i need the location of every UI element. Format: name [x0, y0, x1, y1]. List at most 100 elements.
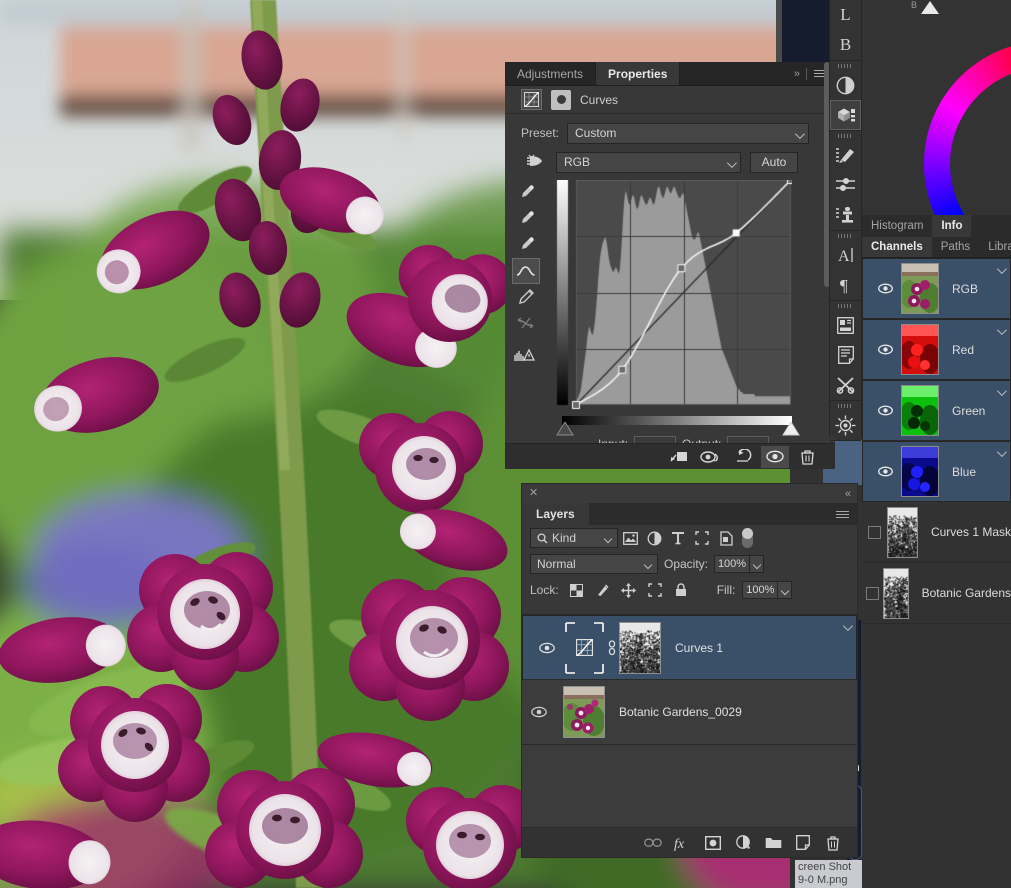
- list-item[interactable]: Curves 1 Mask: [862, 502, 1011, 563]
- photo-thumbnail[interactable]: [563, 686, 605, 738]
- layer-style-fx-icon[interactable]: fx: [673, 833, 693, 853]
- list-item[interactable]: Green: [862, 380, 1011, 441]
- table-row[interactable]: Curves 1: [522, 615, 857, 680]
- curves-adjustment-thumbnail[interactable]: [564, 623, 605, 672]
- curve-point-tool-icon[interactable]: [512, 258, 540, 284]
- toggle-layer-visibility-previous-icon[interactable]: [697, 446, 725, 468]
- filter-enable-toggle[interactable]: [742, 528, 753, 548]
- filter-pixel-layers-icon[interactable]: [618, 527, 642, 549]
- channel-visibility-toggle[interactable]: [870, 466, 901, 477]
- opacity-value[interactable]: 100%: [714, 555, 750, 573]
- lock-all-icon[interactable]: [669, 579, 693, 601]
- tab-adjustments[interactable]: Adjustments: [505, 62, 596, 85]
- channel-visibility-toggle[interactable]: [862, 526, 887, 539]
- curves-icon[interactable]: [521, 89, 542, 110]
- channel-name[interactable]: Botanic Gardens: [922, 586, 1011, 600]
- pencil-draw-curve-icon[interactable]: [512, 284, 540, 310]
- gray-point-eyedropper-icon[interactable]: [512, 232, 540, 258]
- libraries-l-icon[interactable]: L: [830, 0, 861, 30]
- list-item[interactable]: Blue: [862, 441, 1011, 502]
- new-group-icon[interactable]: [763, 833, 783, 853]
- list-item[interactable]: Botanic Gardens: [862, 563, 1011, 624]
- tab-layers[interactable]: Layers: [522, 503, 589, 525]
- character-styles-icon[interactable]: [830, 310, 861, 340]
- red-channel-thumbnail[interactable]: [901, 324, 939, 375]
- visibility-checkbox[interactable]: [866, 587, 879, 600]
- layer-visibility-toggle[interactable]: [530, 642, 564, 654]
- visibility-checkbox[interactable]: [868, 526, 881, 539]
- opacity-stepper[interactable]: 100%: [714, 555, 764, 573]
- filter-kind-select[interactable]: Kind: [530, 528, 618, 548]
- hue-marker-icon[interactable]: [919, 1, 941, 15]
- tab-libraries[interactable]: Librari: [979, 237, 1011, 257]
- adjustments-icon[interactable]: [830, 70, 861, 100]
- curves-graph[interactable]: [556, 180, 792, 432]
- tab-channels[interactable]: Channels: [862, 237, 932, 257]
- clip-to-layer-icon[interactable]: [665, 446, 693, 468]
- layer-visibility-toggle[interactable]: [522, 706, 556, 718]
- opacity-dropdown-icon[interactable]: [750, 555, 764, 573]
- channel-visibility-toggle[interactable]: [870, 344, 901, 355]
- new-adjustment-layer-icon[interactable]: [733, 833, 753, 853]
- mask-channel-thumbnail[interactable]: [887, 507, 918, 558]
- filter-adjustment-layers-icon[interactable]: [642, 527, 666, 549]
- list-item[interactable]: Red: [862, 319, 1011, 380]
- curves-canvas[interactable]: [556, 180, 792, 415]
- layer-name[interactable]: Botanic Gardens_0029: [619, 705, 742, 719]
- tab-histogram[interactable]: Histogram: [862, 215, 932, 237]
- lock-image-pixels-icon[interactable]: [591, 579, 615, 601]
- dock-grip[interactable]: [830, 301, 861, 310]
- delete-layer-icon[interactable]: [823, 833, 843, 853]
- fill-value[interactable]: 100%: [742, 581, 778, 599]
- channel-name[interactable]: Green: [952, 404, 985, 418]
- mask-thumbnail-icon[interactable]: [551, 90, 571, 110]
- on-image-adjust-icon[interactable]: [521, 154, 551, 170]
- paragraph-styles-icon[interactable]: [830, 340, 861, 370]
- auto-button[interactable]: Auto: [750, 152, 798, 173]
- link-layers-icon[interactable]: [643, 833, 663, 853]
- brushes-b-icon[interactable]: B: [830, 30, 861, 60]
- sample-in-image-eyedropper-icon[interactable]: [512, 180, 540, 206]
- hue-ring-color-picker[interactable]: [897, 14, 1011, 215]
- lock-position-icon[interactable]: [617, 579, 641, 601]
- filter-smart-object-icon[interactable]: [714, 527, 738, 549]
- brush-settings-icon[interactable]: [830, 140, 861, 170]
- delete-adjustment-layer-icon[interactable]: [793, 446, 821, 468]
- screenshot-file-chip[interactable]: creen Shot 9-0 M.png: [795, 860, 865, 888]
- reset-adjustment-icon[interactable]: [729, 446, 757, 468]
- blend-mode-select[interactable]: Normal: [530, 554, 658, 574]
- channel-select[interactable]: RGB: [556, 152, 741, 173]
- channel-visibility-toggle[interactable]: [870, 405, 901, 416]
- layer-mask-thumbnail[interactable]: [619, 622, 661, 674]
- close-icon[interactable]: ✕: [529, 488, 538, 499]
- character-icon[interactable]: A: [830, 240, 861, 270]
- channel-name[interactable]: Curves 1 Mask: [931, 525, 1011, 539]
- dock-grip[interactable]: [830, 61, 861, 70]
- dock-grip[interactable]: [830, 231, 861, 240]
- add-layer-mask-icon[interactable]: [703, 833, 723, 853]
- filter-shape-layers-icon[interactable]: [690, 527, 714, 549]
- black-point-slider-icon[interactable]: [556, 422, 574, 436]
- measurement-log-icon[interactable]: [830, 370, 861, 400]
- layer-name[interactable]: Curves 1: [675, 641, 723, 655]
- tool-presets-icon[interactable]: [830, 170, 861, 200]
- link-mask-icon[interactable]: [605, 640, 619, 656]
- clone-source-icon[interactable]: [830, 200, 861, 230]
- channel-name[interactable]: Red: [952, 343, 974, 357]
- new-layer-icon[interactable]: [793, 833, 813, 853]
- table-row[interactable]: Botanic Gardens_0029: [522, 680, 857, 745]
- preset-select[interactable]: Custom: [567, 123, 809, 144]
- dock-grip[interactable]: [830, 131, 861, 140]
- blue-channel-thumbnail[interactable]: [901, 446, 939, 497]
- lock-transparent-pixels-icon[interactable]: [565, 579, 589, 601]
- dock-grip[interactable]: [830, 401, 861, 410]
- green-channel-thumbnail[interactable]: [901, 385, 939, 436]
- chevron-double-right-icon[interactable]: »: [794, 68, 799, 80]
- paragraph-icon[interactable]: ¶: [830, 270, 861, 300]
- panel-menu-icon[interactable]: [836, 511, 849, 518]
- tab-info[interactable]: Info: [932, 215, 971, 237]
- list-item[interactable]: RGB: [862, 258, 1011, 319]
- tab-paths[interactable]: Paths: [932, 237, 979, 257]
- channel-visibility-toggle[interactable]: [862, 587, 883, 600]
- channel-visibility-toggle[interactable]: [870, 283, 901, 294]
